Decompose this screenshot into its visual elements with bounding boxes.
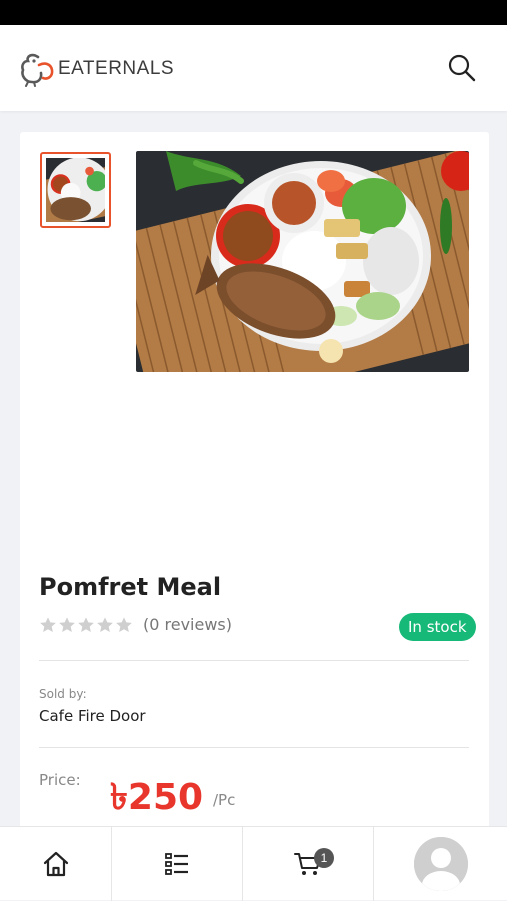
star-icon xyxy=(78,616,94,632)
product-rating: (0 reviews) xyxy=(39,615,232,634)
category-list-icon xyxy=(165,853,188,875)
product-main-image[interactable] xyxy=(136,151,469,372)
brand-logo[interactable]: EATERNALS xyxy=(18,51,174,87)
user-avatar-icon xyxy=(413,837,468,891)
price-label: Price: xyxy=(39,771,81,789)
price-unit: /Pc xyxy=(213,791,236,809)
nav-profile[interactable] xyxy=(374,827,507,901)
stock-status-badge: In stock xyxy=(399,613,476,641)
nav-cart[interactable]: 1 xyxy=(243,827,374,901)
nav-home[interactable] xyxy=(0,827,112,901)
status-bar xyxy=(0,0,507,25)
app-header: EATERNALS xyxy=(0,25,507,111)
product-thumbnail[interactable] xyxy=(40,152,111,228)
divider xyxy=(39,747,469,748)
product-price: ৳250 xyxy=(110,777,204,818)
food-photo-thumbnail xyxy=(46,158,105,222)
star-icon xyxy=(40,616,56,632)
product-card: Pomfret Meal (0 reviews) In stock Sold b… xyxy=(20,132,489,832)
search-icon xyxy=(448,54,476,82)
food-photo xyxy=(136,151,469,372)
sold-by-label: Sold by: xyxy=(39,687,87,701)
star-icon xyxy=(59,616,75,632)
nav-categories[interactable] xyxy=(112,827,243,901)
star-icon xyxy=(97,616,113,632)
cart-count-badge: 1 xyxy=(314,848,334,868)
brand-name: EATERNALS xyxy=(58,58,175,79)
bottom-nav: 1 xyxy=(0,826,507,901)
rating-stars xyxy=(39,616,133,634)
reviews-count[interactable]: (0 reviews) xyxy=(143,615,232,634)
seller-name[interactable]: Cafe Fire Door xyxy=(39,707,146,725)
divider xyxy=(39,660,469,661)
home-icon xyxy=(43,851,68,877)
star-icon xyxy=(116,616,132,632)
product-title: Pomfret Meal xyxy=(39,573,222,601)
profile-avatar xyxy=(413,837,468,891)
search-button[interactable] xyxy=(446,52,478,84)
rooster-logo-icon xyxy=(21,53,54,87)
